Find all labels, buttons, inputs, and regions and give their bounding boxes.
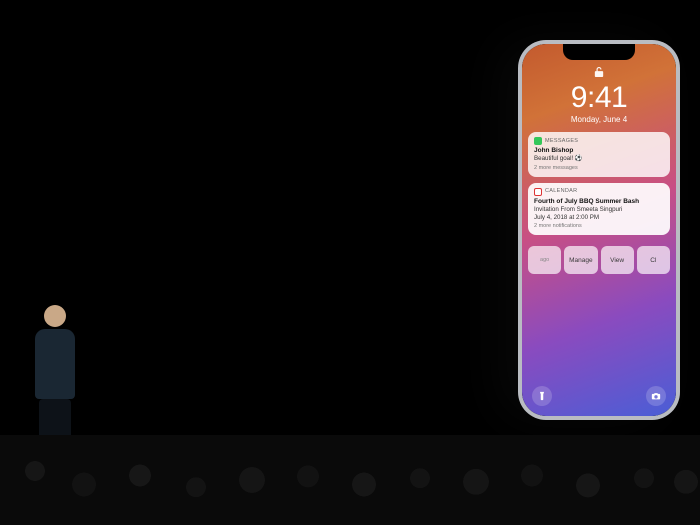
notification-calendar[interactable]: CALENDAR Fourth of July BBQ Summer Bash … [528, 183, 670, 236]
unlock-icon [522, 66, 676, 81]
audience-silhouette [0, 435, 700, 525]
messages-app-label: MESSAGES [545, 138, 578, 145]
action-manage[interactable]: Manage [564, 246, 597, 274]
messages-sender: John Bishop [534, 147, 664, 155]
notification-messages[interactable]: MESSAGES John Bishop Beautiful goal! ⚽ 2… [528, 132, 670, 177]
display-notch [563, 44, 635, 60]
messages-app-icon [534, 137, 542, 145]
calendar-subtitle: Invitation From Smeeta Singpuri [534, 206, 664, 214]
calendar-app-icon [534, 188, 542, 196]
notification-actions: ago Manage View Cl [528, 246, 670, 274]
messages-more: 2 more messages [534, 165, 664, 172]
action-time-hint: ago [528, 246, 561, 274]
lock-date: Monday, June 4 [522, 115, 676, 124]
action-view[interactable]: View [601, 246, 634, 274]
messages-body: Beautiful goal! ⚽ [534, 155, 664, 163]
calendar-app-label: CALENDAR [545, 188, 577, 195]
stage-photo: 9:41 Monday, June 4 MESSAGES John Bishop… [0, 0, 700, 525]
calendar-detail: July 4, 2018 at 2:00 PM [534, 214, 664, 222]
iphone-mockup: 9:41 Monday, June 4 MESSAGES John Bishop… [518, 40, 680, 420]
lock-screen: 9:41 Monday, June 4 MESSAGES John Bishop… [522, 44, 676, 416]
calendar-more: 2 more notifications [534, 223, 664, 230]
action-clear[interactable]: Cl [637, 246, 670, 274]
presenter-figure [30, 305, 80, 445]
flashlight-button[interactable] [532, 386, 552, 406]
lock-time: 9:41 [522, 83, 676, 113]
camera-button[interactable] [646, 386, 666, 406]
calendar-title: Fourth of July BBQ Summer Bash [534, 198, 664, 206]
